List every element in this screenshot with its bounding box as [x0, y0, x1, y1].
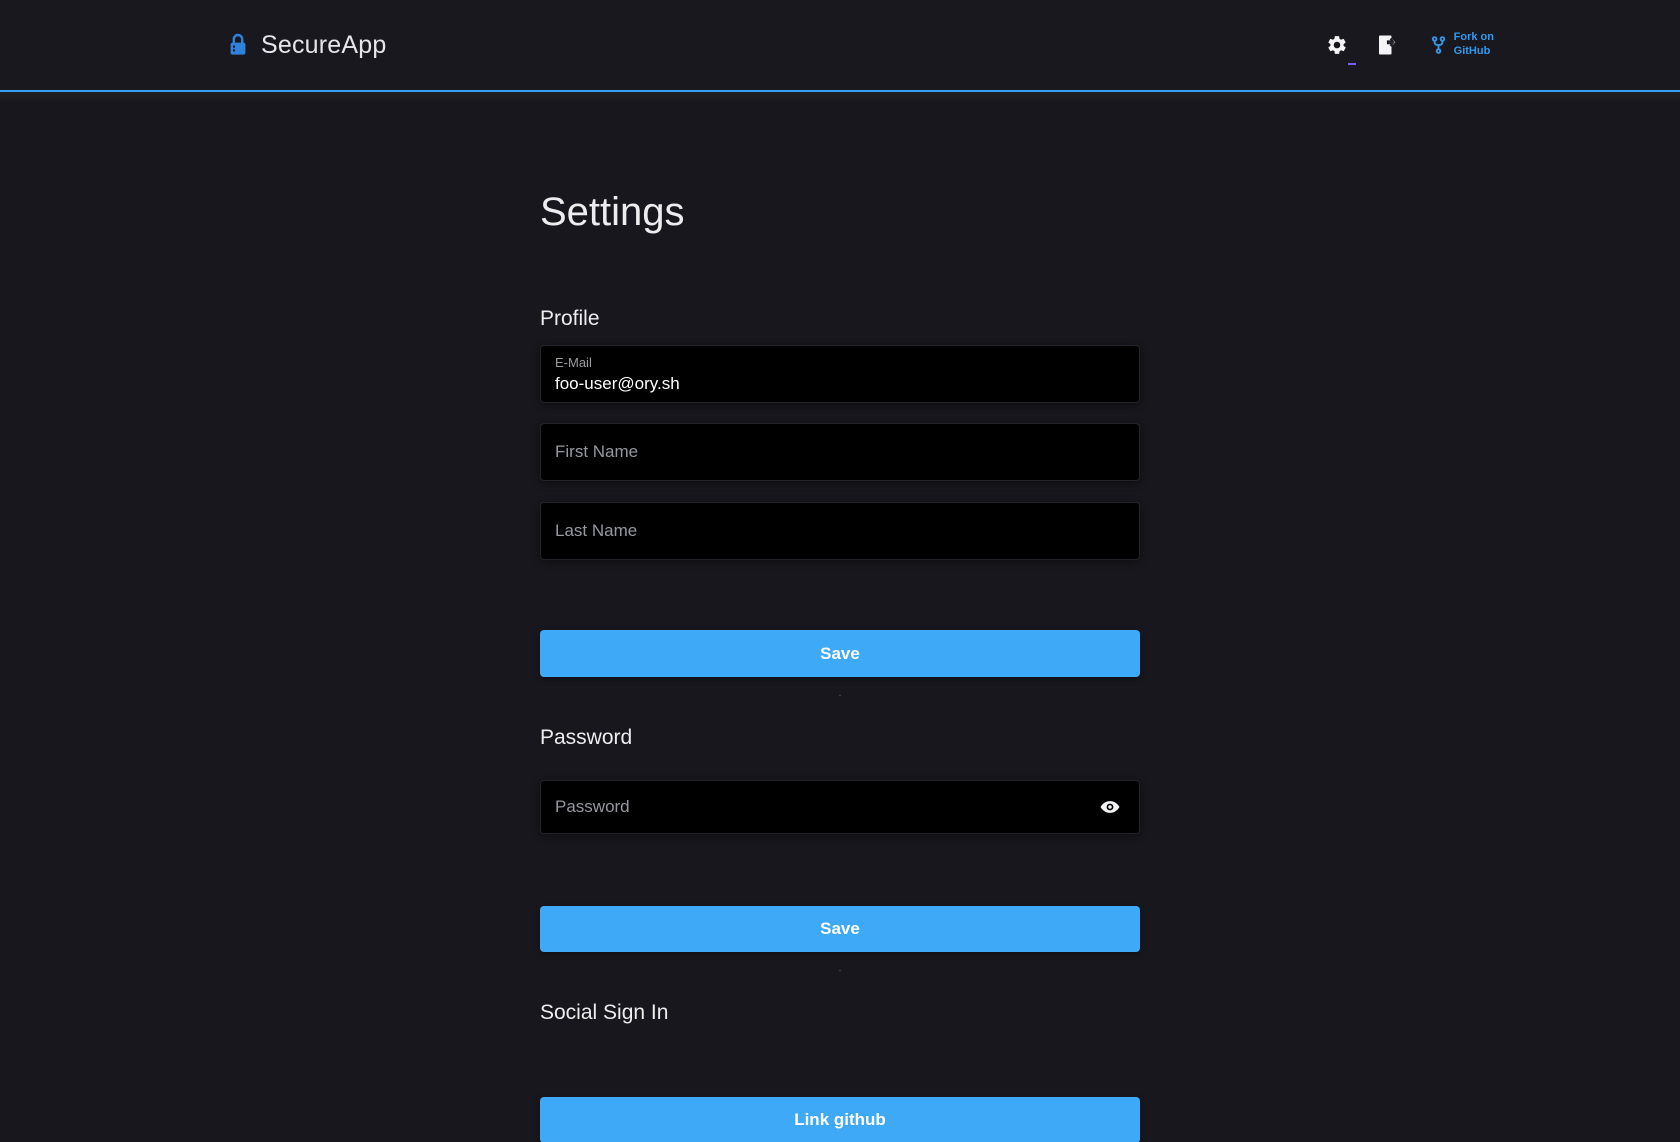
- profile-section-heading: Profile: [540, 306, 1140, 331]
- toggle-password-visibility-button[interactable]: [1096, 793, 1124, 821]
- email-field-label: E-Mail: [555, 355, 1125, 371]
- last-name-input[interactable]: [540, 502, 1140, 560]
- app-logo: SecureApp: [228, 31, 387, 60]
- password-section-heading: Password: [540, 725, 1140, 750]
- top-bar: SecureApp: [0, 0, 1680, 92]
- logout-door-icon: [1375, 33, 1399, 57]
- gear-icon: [1326, 34, 1348, 56]
- section-separator-dot: .: [540, 964, 1140, 972]
- gear-underscore-marker: [1348, 63, 1356, 65]
- page-title: Settings: [540, 188, 1140, 236]
- app-name: SecureApp: [261, 31, 387, 60]
- fork-label-line1: Fork on: [1454, 31, 1494, 43]
- header-actions: Fork on GitHub: [1324, 31, 1494, 59]
- password-save-button[interactable]: Save: [540, 906, 1140, 952]
- fork-on-github-link[interactable]: Fork on GitHub: [1430, 31, 1494, 59]
- settings-form-column: Settings Profile E-Mail Save . Password …: [540, 188, 1140, 1142]
- eye-icon: [1099, 796, 1121, 818]
- password-field: [540, 780, 1140, 834]
- settings-gear-button[interactable]: [1324, 32, 1350, 58]
- git-fork-icon: [1430, 35, 1447, 55]
- social-sign-in-heading: Social Sign In: [540, 1000, 1140, 1025]
- profile-save-button[interactable]: Save: [540, 630, 1140, 677]
- first-name-input[interactable]: [540, 423, 1140, 481]
- link-github-button[interactable]: Link github: [540, 1097, 1140, 1142]
- email-field[interactable]: E-Mail: [540, 345, 1140, 403]
- section-separator-dot: .: [540, 689, 1140, 697]
- fork-link-label: Fork on GitHub: [1454, 31, 1494, 59]
- password-input[interactable]: [540, 780, 1140, 834]
- logout-button[interactable]: [1374, 32, 1400, 58]
- email-input[interactable]: [555, 371, 1125, 396]
- lock-icon: [228, 33, 248, 57]
- fork-label-line2: GitHub: [1454, 45, 1491, 57]
